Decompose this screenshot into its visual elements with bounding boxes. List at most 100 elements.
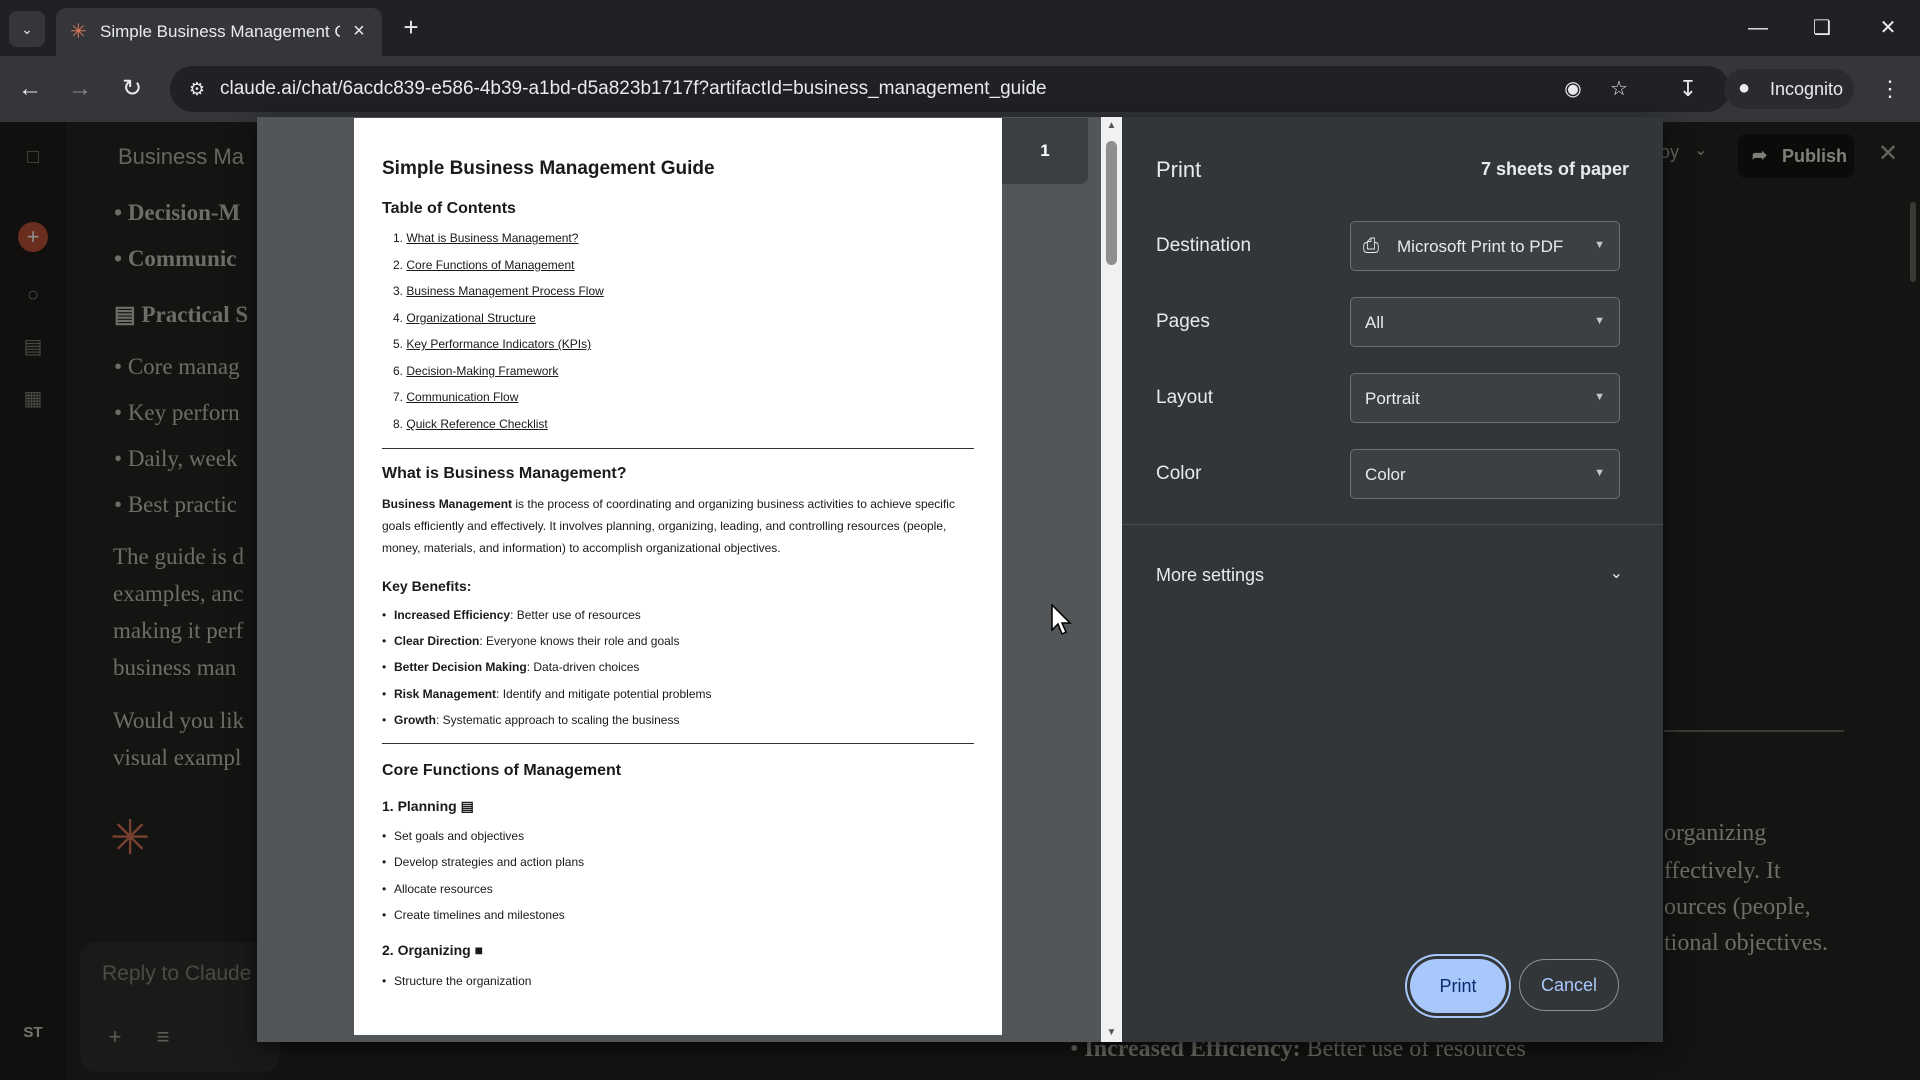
print-preview-area[interactable]: Simple Business Management Guide Table o…	[257, 117, 1122, 1042]
toc-num: 1.	[393, 231, 404, 245]
settings-divider	[1122, 524, 1663, 525]
forward-icon[interactable]: →	[62, 71, 98, 107]
sheet-count: 7 sheets of paper	[1480, 159, 1629, 179]
doc-planning-item: Set goals and objectives	[382, 829, 524, 843]
doc-planning-heading-text: 1. Planning	[382, 798, 457, 814]
claude-favicon-icon: ✳	[70, 21, 87, 43]
toc-link: Decision-Making Framework	[406, 364, 559, 378]
toc-link: What is Business Management?	[406, 231, 579, 245]
toc-num: 4.	[393, 311, 404, 325]
doc-core-heading: Core Functions of Management	[382, 762, 622, 779]
destination-value: Microsoft Print to PDF	[1397, 237, 1564, 256]
doc-benefit-text: : Data-driven choices	[526, 660, 640, 674]
incognito-badge[interactable]: ● Incognito	[1724, 69, 1854, 109]
chevron-down-icon[interactable]: ⌄	[1610, 563, 1623, 583]
doc-what-paragraph: Business Management is the process of co…	[382, 493, 972, 559]
color-select[interactable]: Color ▼	[1350, 449, 1620, 499]
active-tab[interactable]: ✳ Simple Business Management G ×	[56, 8, 382, 56]
address-bar[interactable]: ⚙ claude.ai/chat/6acdc839-e586-4b39-a1bd…	[170, 66, 1730, 112]
clipboard-icon: ▤	[460, 798, 474, 814]
doc-planning-item: Develop strategies and action plans	[382, 855, 584, 869]
toc-num: 6.	[393, 364, 404, 378]
color-value: Color	[1365, 465, 1406, 484]
minimize-icon[interactable]: —	[1736, 10, 1780, 46]
site-info-icon[interactable]: ⚙	[182, 74, 212, 104]
layout-select[interactable]: Portrait ▼	[1350, 373, 1620, 423]
doc-benefit-bold: Increased Efficiency	[394, 608, 511, 622]
eye-off-icon[interactable]: ◉	[1558, 74, 1588, 104]
layout-label: Layout	[1156, 387, 1214, 408]
pages-select[interactable]: All ▼	[1350, 297, 1620, 347]
print-button[interactable]: Print	[1410, 959, 1506, 1013]
toc-num: 3.	[393, 284, 404, 298]
browser-toolbar: ← → ↻ ⚙ claude.ai/chat/6acdc839-e586-4b3…	[0, 56, 1920, 122]
doc-planning-item: Allocate resources	[382, 882, 493, 896]
toc-link: Quick Reference Checklist	[406, 417, 548, 431]
toc-item: 6. Decision-Making Framework	[393, 364, 558, 378]
new-tab-icon[interactable]: +	[396, 12, 426, 42]
doc-benefit: Better Decision Making: Data-driven choi…	[382, 660, 640, 674]
download-icon[interactable]: ↧	[1670, 71, 1706, 107]
toc-item: 7. Communication Flow	[393, 390, 518, 404]
doc-benefit-bold: Better Decision Making	[394, 660, 527, 674]
toc-item: 2. Core Functions of Management	[393, 258, 574, 272]
layout-value: Portrait	[1365, 389, 1420, 408]
toc-link: Key Performance Indicators (KPIs)	[406, 337, 592, 351]
incognito-label: Incognito	[1770, 79, 1844, 99]
doc-benefit-bold: Risk Management	[394, 687, 497, 701]
color-label: Color	[1156, 463, 1202, 484]
url-text[interactable]: claude.ai/chat/6acdc839-e586-4b39-a1bd-d…	[220, 78, 1047, 100]
doc-what-bold: Business Management	[382, 497, 513, 511]
preview-scrollbar[interactable]: ▲ ▼	[1101, 117, 1122, 1042]
toc-num: 2.	[393, 258, 404, 272]
tab-bar: ⌄ ✳ Simple Business Management G × + — ❏…	[0, 0, 1920, 56]
preview-scroll-thumb[interactable]	[1106, 141, 1117, 265]
pages-label: Pages	[1156, 311, 1210, 332]
scroll-down-icon[interactable]: ▼	[1101, 1024, 1122, 1042]
scroll-up-icon[interactable]: ▲	[1101, 117, 1122, 135]
tab-search-icon[interactable]: ⌄	[9, 11, 45, 47]
doc-benefit-text: : Everyone knows their role and goals	[479, 634, 680, 648]
building-icon: ■	[474, 942, 484, 958]
reload-icon[interactable]: ↻	[114, 71, 150, 107]
toc-item: 8. Quick Reference Checklist	[393, 417, 548, 431]
doc-benefit-bold: Growth	[394, 713, 436, 727]
page-number-indicator: 1	[1002, 118, 1088, 184]
toc-item: 1. What is Business Management?	[393, 231, 578, 245]
bookmark-star-icon[interactable]: ☆	[1604, 74, 1634, 104]
back-icon[interactable]: ←	[12, 71, 48, 107]
doc-benefit-bold: Clear Direction	[394, 634, 480, 648]
toc-num: 5.	[393, 337, 404, 351]
print-title: Print	[1156, 157, 1202, 182]
doc-benefit-text: : Systematic approach to scaling the bus…	[436, 713, 680, 727]
doc-divider	[382, 448, 974, 449]
doc-benefit: Increased Efficiency: Better use of reso…	[382, 608, 641, 622]
window-close-icon[interactable]: ✕	[1866, 10, 1910, 46]
dropdown-caret-icon: ▼	[1594, 315, 1605, 327]
more-settings-toggle[interactable]: More settings	[1156, 565, 1264, 586]
printer-icon: ⎙	[1363, 235, 1379, 257]
toc-link: Communication Flow	[406, 390, 519, 404]
destination-select[interactable]: ⎙ Microsoft Print to PDF ▼	[1350, 221, 1620, 271]
restore-icon[interactable]: ❏	[1800, 10, 1844, 46]
cancel-button[interactable]: Cancel	[1519, 959, 1619, 1011]
doc-benefit-text: : Better use of resources	[510, 608, 641, 622]
doc-organizing-item: Structure the organization	[382, 974, 531, 988]
doc-benefits-heading: Key Benefits:	[382, 578, 472, 594]
print-settings-panel: Print 7 sheets of paper Destination ⎙ Mi…	[1122, 117, 1663, 1042]
incognito-icon: ●	[1738, 77, 1751, 99]
toc-link: Organizational Structure	[406, 311, 536, 325]
preview-page: Simple Business Management Guide Table o…	[354, 118, 1002, 1035]
toc-num: 7.	[393, 390, 404, 404]
doc-organizing-heading-text: 2. Organizing	[382, 942, 471, 958]
dropdown-caret-icon: ▼	[1594, 467, 1605, 479]
menu-kebab-icon[interactable]: ⋮	[1872, 71, 1908, 107]
doc-what-heading: What is Business Management?	[382, 465, 627, 482]
tab-close-icon[interactable]: ×	[346, 18, 372, 44]
destination-label: Destination	[1156, 235, 1252, 256]
pages-value: All	[1365, 313, 1384, 332]
dropdown-caret-icon: ▼	[1594, 239, 1605, 251]
doc-benefit: Growth: Systematic approach to scaling t…	[382, 713, 680, 727]
toc-item: 3. Business Management Process Flow	[393, 284, 604, 298]
tab-title: Simple Business Management G	[100, 22, 340, 41]
